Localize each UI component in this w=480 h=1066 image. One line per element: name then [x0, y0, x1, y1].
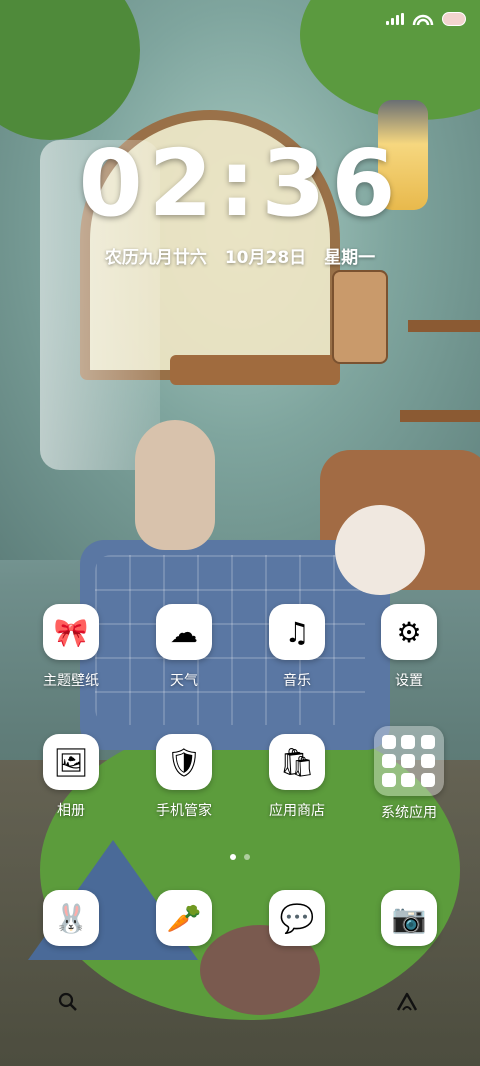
clock-date[interactable]: 农历九月廿六 10月28日 星期一: [0, 243, 480, 268]
wallpaper-bunny-plush: [135, 420, 215, 550]
battery-pill-icon: [442, 12, 466, 26]
wallpaper-shelf: [408, 320, 480, 332]
app-label: 音乐: [283, 672, 311, 688]
app-store-icon: 🛍: [269, 734, 325, 790]
app-app-store[interactable]: 🛍 应用商店: [242, 734, 352, 820]
app-label: 应用商店: [269, 802, 325, 818]
bunny-app-icon: 🐰: [43, 890, 99, 946]
date-weekday: 星期一: [324, 248, 376, 268]
date-lunar: 农历九月廿六: [104, 248, 207, 268]
wallpaper-bag: [332, 270, 388, 364]
settings-icon: ⚙: [381, 604, 437, 660]
app-phone-manager[interactable]: 🛡 手机管家: [129, 734, 239, 820]
messages-app-icon: 💬: [269, 890, 325, 946]
page-dot-1[interactable]: [230, 854, 236, 860]
phone-manager-icon: 🛡: [156, 734, 212, 790]
dock-app-bunny[interactable]: 🐰: [16, 890, 126, 946]
dock-app-carrot[interactable]: 🥕: [129, 890, 239, 946]
app-theme-wallpaper[interactable]: 🎀 主题壁纸: [16, 604, 126, 690]
carrot-app-icon: 🥕: [156, 890, 212, 946]
folder-system-apps[interactable]: 系统应用: [354, 726, 464, 822]
camera-app-icon: 📷: [381, 890, 437, 946]
status-bar: [386, 12, 466, 26]
music-icon: ♫: [269, 604, 325, 660]
wifi-rainbow-icon: [412, 14, 434, 26]
system-apps-folder-icon: [374, 726, 444, 796]
app-settings[interactable]: ⚙ 设置: [354, 604, 464, 690]
app-label: 天气: [170, 672, 198, 688]
app-label: 主题壁纸: [43, 672, 99, 688]
weather-icon: ☁: [156, 604, 212, 660]
theme-wallpaper-icon: 🎀: [43, 604, 99, 660]
gallery-icon: 🖼: [43, 734, 99, 790]
app-label: 相册: [57, 802, 85, 818]
app-music[interactable]: ♫ 音乐: [242, 604, 352, 690]
app-weather[interactable]: ☁ 天气: [129, 604, 239, 690]
folder-label: 系统应用: [381, 804, 437, 820]
wallpaper-shelf-lower: [400, 410, 480, 422]
dock-app-camera[interactable]: 📷: [354, 890, 464, 946]
wallpaper-sleeping-cat: [335, 505, 425, 595]
page-indicator[interactable]: [0, 854, 480, 860]
assistant-icon[interactable]: [396, 992, 418, 1014]
clock-time[interactable]: 02:36: [0, 130, 480, 237]
signal-icon: [386, 13, 404, 25]
dock-app-messages[interactable]: 💬: [242, 890, 352, 946]
app-label: 手机管家: [156, 802, 212, 818]
app-label: 设置: [395, 672, 423, 688]
wallpaper-window-sill: [170, 355, 340, 385]
app-gallery[interactable]: 🖼 相册: [16, 734, 126, 820]
page-dot-2[interactable]: [244, 854, 250, 860]
home-screen: 02:36 农历九月廿六 10月28日 星期一 🎀 主题壁纸 ☁ 天气 ♫ 音乐…: [0, 0, 480, 1066]
search-icon[interactable]: [58, 992, 80, 1014]
date-solar: 10月28日: [224, 248, 307, 268]
